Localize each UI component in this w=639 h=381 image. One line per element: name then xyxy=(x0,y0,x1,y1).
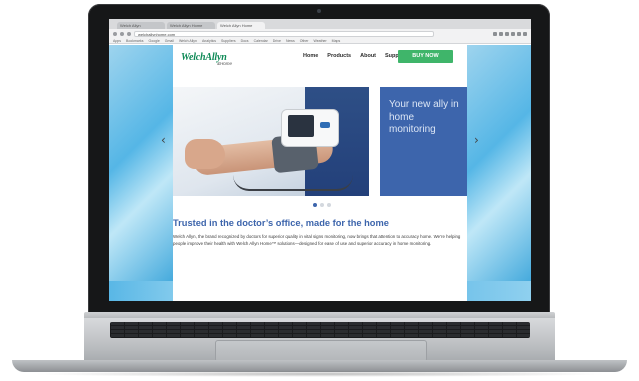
bookmarks-bar: Apps Bookmarks Google Gmail Welch Allyn … xyxy=(109,38,531,44)
bp-monitor-button xyxy=(320,122,330,128)
address-bar[interactable]: welchallynhome.com xyxy=(134,30,434,37)
bookmark-item[interactable]: Analytics xyxy=(202,38,216,43)
patient-hand-shape xyxy=(185,139,225,169)
carousel-next-arrow-icon[interactable]: › xyxy=(474,133,479,147)
extension-icon[interactable] xyxy=(505,31,509,36)
laptop-shadow xyxy=(30,371,609,377)
toolbar-extensions xyxy=(493,31,527,36)
forward-icon[interactable] xyxy=(120,31,124,36)
page-content: WelchAllyn &Home Home Products About Sup… xyxy=(161,45,479,301)
star-icon[interactable] xyxy=(493,31,497,36)
back-icon[interactable] xyxy=(113,31,117,36)
bp-monitor-shape xyxy=(281,109,339,147)
laptop-keyboard xyxy=(110,322,530,338)
hero-image xyxy=(173,87,369,196)
browser-tab-active[interactable]: Welch Allyn Home xyxy=(217,22,265,29)
bookmark-item[interactable]: Weather xyxy=(313,38,326,43)
bookmark-item[interactable]: News xyxy=(286,38,295,43)
nav-home[interactable]: Home xyxy=(303,53,318,59)
background-pattern-left xyxy=(109,45,173,301)
intro-paragraph: Welch Allyn, the brand recognized by doc… xyxy=(173,234,461,246)
bookmark-item[interactable]: Welch Allyn xyxy=(179,38,197,43)
webcam-icon xyxy=(317,9,321,13)
bookmark-item[interactable]: Maps xyxy=(332,38,341,43)
laptop-trackpad xyxy=(215,340,427,362)
carousel-dots xyxy=(313,203,331,207)
bookmark-item[interactable]: Bookmarks xyxy=(126,38,144,43)
site-header: WelchAllyn &Home Home Products About Sup… xyxy=(173,45,467,67)
browser-toolbar: welchallynhome.com xyxy=(109,29,531,38)
carousel-dot[interactable] xyxy=(327,203,331,207)
bookmark-item[interactable]: Other xyxy=(300,38,309,43)
background-pattern-right xyxy=(467,45,531,301)
hero-tagline: Your new ally in home monitoring xyxy=(389,99,459,135)
carousel-dot[interactable] xyxy=(320,203,324,207)
menu-icon[interactable] xyxy=(523,31,527,36)
nav-products[interactable]: Products xyxy=(327,53,351,59)
bp-monitor-display xyxy=(288,115,314,137)
bp-tube-shape xyxy=(233,175,353,191)
brand-logo-sub: &Home xyxy=(217,61,233,66)
laptop-screen: Welch Allyn Welch Allyn Home Welch Allyn… xyxy=(109,19,531,301)
nav-about[interactable]: About xyxy=(360,53,376,59)
reload-icon[interactable] xyxy=(127,31,131,36)
extension-icon[interactable] xyxy=(511,31,515,36)
bookmark-item[interactable]: Gmail xyxy=(165,38,174,43)
carousel-prev-arrow-icon[interactable]: ‹ xyxy=(161,133,166,147)
browser-tab[interactable]: Welch Allyn xyxy=(117,22,165,29)
bookmark-item[interactable]: Drive xyxy=(273,38,281,43)
buy-now-button[interactable]: BUY NOW xyxy=(398,50,453,63)
extension-icon[interactable] xyxy=(517,31,521,36)
extension-icon[interactable] xyxy=(499,31,503,36)
bookmark-item[interactable]: Apps xyxy=(113,38,121,43)
bookmark-item[interactable]: Docs xyxy=(241,38,249,43)
bookmark-item[interactable]: Suppliers xyxy=(221,38,236,43)
bookmark-item[interactable]: Google xyxy=(149,38,160,43)
bookmark-item[interactable]: Calendar xyxy=(254,38,268,43)
hero-tagline-panel: Your new ally in home monitoring xyxy=(380,87,467,196)
website-viewport: WelchAllyn &Home Home Products About Sup… xyxy=(109,45,531,301)
page-headline: Trusted in the doctor’s office, made for… xyxy=(173,218,389,228)
browser-tab[interactable]: Welch Allyn Home xyxy=(167,22,215,29)
browser-tab-bar: Welch Allyn Welch Allyn Home Welch Allyn… xyxy=(109,19,531,29)
main-nav: Home Products About Support xyxy=(303,53,406,59)
carousel-dot-active[interactable] xyxy=(313,203,317,207)
